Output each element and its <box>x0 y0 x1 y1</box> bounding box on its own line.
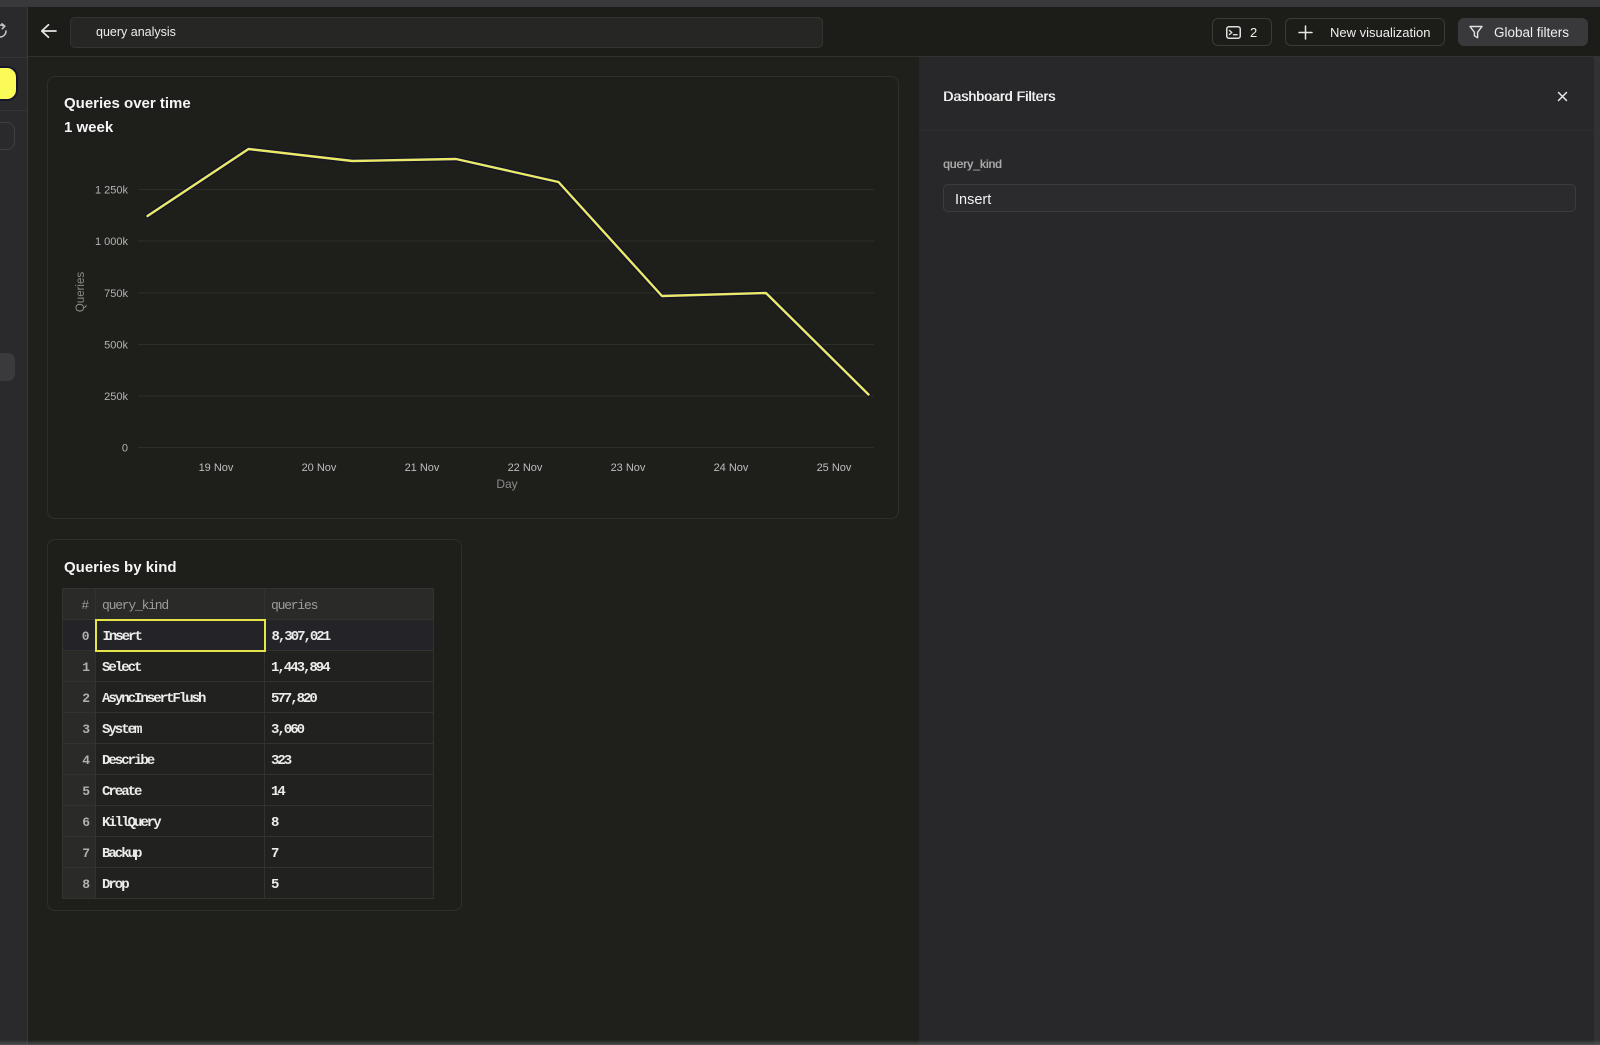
svg-text:1 250k: 1 250k <box>95 185 129 197</box>
svg-text:20 Nov: 20 Nov <box>302 462 337 474</box>
svg-text:21 Nov: 21 Nov <box>405 462 440 474</box>
svg-text:25 Nov: 25 Nov <box>817 462 852 474</box>
svg-text:0: 0 <box>122 443 128 455</box>
svg-text:250k: 250k <box>104 391 128 403</box>
svg-text:750k: 750k <box>104 288 128 300</box>
svg-text:22 Nov: 22 Nov <box>508 462 543 474</box>
svg-text:1 000k: 1 000k <box>95 236 129 248</box>
svg-text:24 Nov: 24 Nov <box>714 462 749 474</box>
svg-text:Day: Day <box>496 477 517 491</box>
svg-text:19 Nov: 19 Nov <box>199 462 234 474</box>
svg-text:500k: 500k <box>104 340 128 352</box>
svg-text:23 Nov: 23 Nov <box>611 462 646 474</box>
svg-text:Queries: Queries <box>75 272 87 313</box>
